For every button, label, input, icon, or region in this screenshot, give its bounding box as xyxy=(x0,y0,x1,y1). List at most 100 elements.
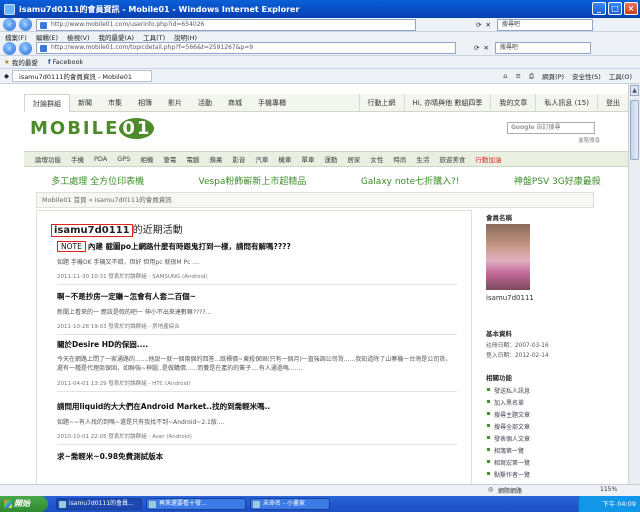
favorites-button[interactable]: 我的最愛 xyxy=(12,57,38,67)
cat-sports[interactable]: 運動 xyxy=(319,154,342,164)
page-scrollbar[interactable]: ▲ ▼ xyxy=(628,84,640,496)
cat-phone[interactable]: 手機 xyxy=(66,154,89,164)
link-clicks[interactable]: 點擊作者一覽 xyxy=(486,470,530,479)
nav-greeting[interactable]: Hi, 亦晴與他 數組四季 xyxy=(403,94,491,112)
cat-forum-functions[interactable]: 論壇功能 xyxy=(30,154,66,164)
maximize-button[interactable]: □ xyxy=(608,2,622,15)
address-bar-1[interactable]: http://www.mobile01.com/userinfo.php?id=… xyxy=(36,18,416,31)
post-title[interactable]: 啊~不是抄房一定賺~怎會有人套二百個~ xyxy=(57,291,457,302)
menu-safety[interactable]: 安全性(S) xyxy=(572,71,601,81)
menu-favorites[interactable]: 我的最愛(A) xyxy=(99,32,135,42)
menu-edit[interactable]: 編輯(E) xyxy=(36,32,58,42)
menu-tools[interactable]: 工具(T) xyxy=(143,32,165,42)
nav-market[interactable]: 市集 xyxy=(100,94,130,112)
refresh-icon-2[interactable]: ⟳ xyxy=(474,44,479,52)
stop-icon-2[interactable]: ✕ xyxy=(483,44,488,52)
nav-forum[interactable]: 討論群組 xyxy=(24,93,70,112)
post-title[interactable]: 求~喬輕米~0.98免費測試版本 xyxy=(57,451,457,462)
ad-link-2[interactable]: Vespa粉飾嶄新上市超精品 xyxy=(198,174,306,187)
post-item: 請問用liquid的大大們在Android Market..找的到喬輕米嗎.. … xyxy=(57,401,457,445)
ad-link-1[interactable]: 多工處理 全方位印表機 xyxy=(51,174,144,187)
post-meta: 2011-11-30 10:31 發表於討論群組 - SAMSUNG (Andr… xyxy=(57,274,208,280)
nav-logout[interactable]: 登出 xyxy=(597,94,628,112)
cat-life[interactable]: 生活 xyxy=(411,154,434,164)
task-ie[interactable]: isamu7d0111的會員... xyxy=(56,498,142,510)
ad-links: 多工處理 全方位印表機 Vespa粉飾嶄新上市超精品 Galaxy note七折… xyxy=(24,170,628,190)
cat-notebook[interactable]: 筆電 xyxy=(158,154,181,164)
cat-bicycle[interactable]: 單車 xyxy=(296,154,319,164)
site-logo[interactable]: MOBILE 01 xyxy=(30,118,155,139)
menu-tools-cmd[interactable]: 工具(O) xyxy=(609,71,632,81)
nav-shop[interactable]: 商城 xyxy=(220,94,250,112)
link-send-message[interactable]: 發送私人訊息 xyxy=(486,386,530,395)
link-blacklist[interactable]: 加入黑名單 xyxy=(486,398,524,407)
basic-info-label: 基本資料 xyxy=(486,330,512,338)
scroll-thumb[interactable] xyxy=(630,100,639,160)
search-box-1[interactable]: 搜尋吧 xyxy=(496,18,593,31)
post-title[interactable]: 關於Desire HD的保固.... xyxy=(57,339,457,350)
nav-phones[interactable]: 手機專櫃 xyxy=(250,94,294,112)
link-search-topics[interactable]: 搜尋主題文章 xyxy=(486,410,530,419)
cat-av[interactable]: 影音 xyxy=(227,154,250,164)
back-icon[interactable]: ‹ xyxy=(3,18,16,31)
link-albums[interactable]: 相簿第一覽 xyxy=(486,446,524,455)
close-button[interactable]: × xyxy=(624,2,638,15)
cat-pda[interactable]: PDA xyxy=(89,155,112,163)
menu-help[interactable]: 說明(H) xyxy=(174,32,197,42)
link-writings[interactable]: 相寫宏第一覽 xyxy=(486,458,530,467)
print-icon[interactable]: ⎙ xyxy=(529,72,534,81)
breadcrumb[interactable]: Mobile01 首頁 » isamu7d0111的會員資訊 xyxy=(36,192,594,208)
cat-women[interactable]: 女性 xyxy=(365,154,388,164)
cat-motorcycle[interactable]: 機車 xyxy=(273,154,296,164)
cat-travel-food[interactable]: 旅遊美食 xyxy=(434,154,470,164)
feed-icon[interactable]: ≡ xyxy=(515,72,520,80)
nav-album[interactable]: 相簿 xyxy=(130,94,160,112)
nav-mobile-web[interactable]: 行動上網 xyxy=(358,94,404,112)
post-title[interactable]: 請問用liquid的大大們在Android Market..找的到喬輕米嗎.. xyxy=(57,401,457,412)
scroll-up-icon[interactable]: ▲ xyxy=(630,85,639,96)
search-box-2[interactable]: 搜尋吧 xyxy=(494,42,591,54)
favorite-facebook[interactable]: Facebook xyxy=(53,58,84,66)
tab-bar: ◆ isamu7d0111的會員資訊 - Mobile01 ⌂ ≡ ⎙ 網頁(P… xyxy=(0,69,640,84)
site-search-input[interactable]: Google 自訂搜尋 xyxy=(507,122,595,134)
forward-icon[interactable]: › xyxy=(19,18,32,31)
cat-home[interactable]: 居家 xyxy=(342,154,365,164)
minimize-button[interactable]: _ xyxy=(592,2,606,15)
nav-private-messages[interactable]: 私人訊息 (15) xyxy=(535,94,597,112)
system-tray: 下午 04:09 xyxy=(578,496,640,512)
nav-events[interactable]: 活動 xyxy=(190,94,220,112)
tab-current[interactable]: isamu7d0111的會員資訊 - Mobile01 xyxy=(12,70,152,82)
menu-view[interactable]: 檢視(V) xyxy=(67,32,90,42)
ad-link-4[interactable]: 神盤PSV 3G好康最殺 xyxy=(514,174,601,187)
post-title[interactable]: NOTE 內建 截圖po上網路什麼有時跟鬼打到一樣，請問有解嗎???? xyxy=(57,241,457,252)
cat-camera[interactable]: 相機 xyxy=(135,154,158,164)
menu-page[interactable]: 網頁(P) xyxy=(542,71,564,81)
link-search-all[interactable]: 搜尋全部文章 xyxy=(486,422,530,431)
task-paint[interactable]: 未命名 - 小畫家 xyxy=(250,498,330,510)
back-icon-2[interactable]: ‹ xyxy=(3,41,16,55)
link-personal-posts[interactable]: 發表個人文章 xyxy=(486,434,530,443)
nav-my-posts[interactable]: 我的文章 xyxy=(490,94,535,112)
stop-icon[interactable]: ✕ xyxy=(485,21,490,29)
cat-hot[interactable]: 行動加油 xyxy=(470,154,506,164)
cat-apple[interactable]: 蘋果 xyxy=(204,154,227,164)
start-button[interactable]: 開始 xyxy=(0,496,48,512)
nav-video[interactable]: 影片 xyxy=(160,94,190,112)
home-icon[interactable]: ⌂ xyxy=(503,72,507,80)
advanced-search-link[interactable]: 進階搜尋 xyxy=(578,136,600,144)
globe-icon: ◎ xyxy=(488,486,494,493)
address-bar-2[interactable]: http://www.mobile01.com/topicdetail.php?… xyxy=(36,42,456,54)
ad-link-3[interactable]: Galaxy note七折購入?! xyxy=(361,174,460,187)
menu-file[interactable]: 檔案(F) xyxy=(5,32,27,42)
cat-computer[interactable]: 電腦 xyxy=(181,154,204,164)
refresh-icon[interactable]: ⟳ xyxy=(476,21,481,29)
zoom-level[interactable]: 115% xyxy=(600,486,617,493)
cat-car[interactable]: 汽車 xyxy=(250,154,273,164)
cat-gps[interactable]: GPS xyxy=(112,155,135,163)
activity-panel: isamu7d0111 的近期活動 NOTE 內建 截圖po上網路什麼有時跟鬼打到一… xyxy=(36,210,472,496)
favorites-bar: ★ 我的最愛 f Facebook xyxy=(0,56,640,69)
task-folder[interactable]: 再來還要看十發... xyxy=(146,498,246,510)
cat-fashion[interactable]: 時尚 xyxy=(388,154,411,164)
forward-icon-2[interactable]: › xyxy=(19,41,32,55)
nav-news[interactable]: 新聞 xyxy=(70,94,100,112)
